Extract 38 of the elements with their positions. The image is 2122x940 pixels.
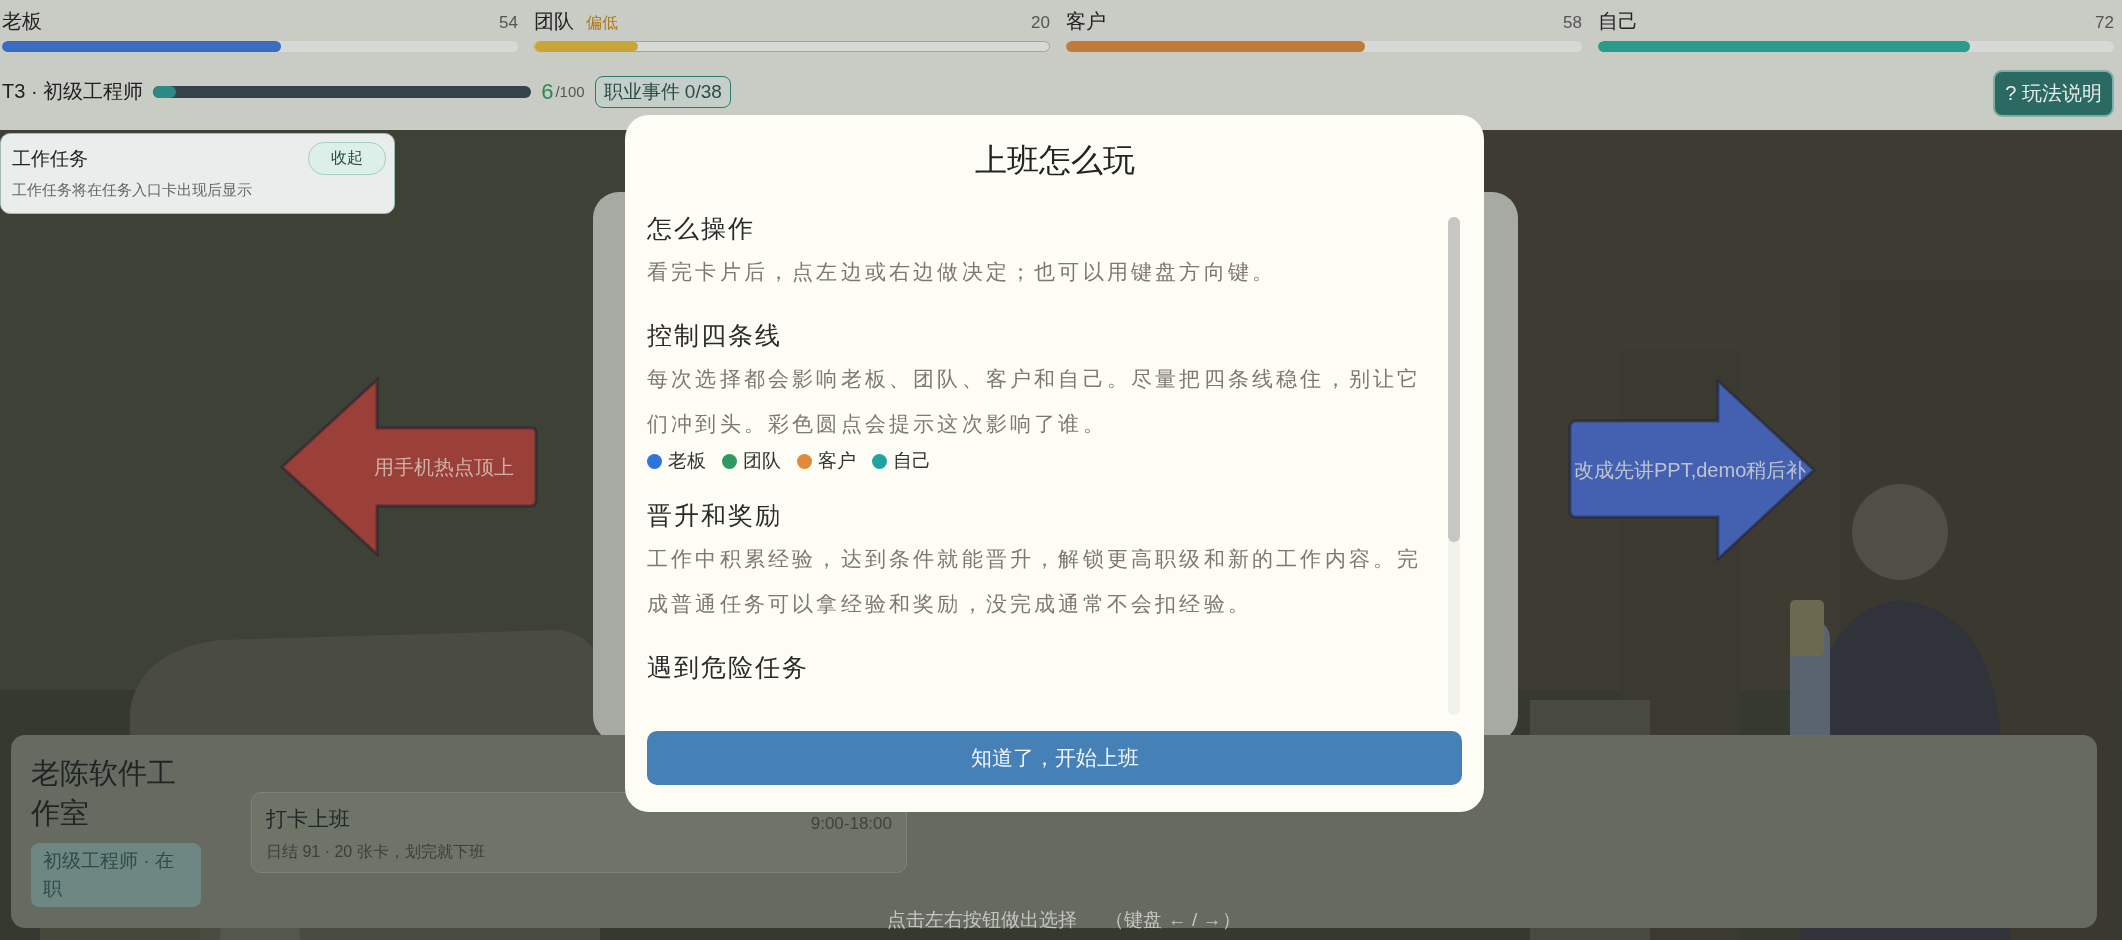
company-name: 老陈软件工作室 [31, 756, 177, 831]
section-heading: 怎么操作 [647, 213, 756, 244]
meter-value: 20 [1031, 13, 1050, 33]
section-text: 工作中积累经验，达到条件就能晋升，解锁更高职级和新的工作内容。完成普通任务可以拿经验和奖励，没完成通常不会扣经验。 [647, 546, 1423, 617]
scrollbar-thumb[interactable] [1448, 217, 1460, 542]
experience-value: 6 [541, 78, 554, 105]
experience-total: /100 [555, 83, 585, 100]
meter-label: 老板 [2, 9, 42, 34]
shift-title: 打卡上班 [266, 806, 350, 832]
task-panel-title: 工作任务 [12, 146, 88, 171]
rank-label: T3 · 初级工程师 [2, 79, 144, 104]
keyboard-hint: （键盘 ← / →） [1105, 908, 1241, 932]
meter-value: 54 [499, 13, 518, 33]
meter-value: 58 [1563, 13, 1582, 33]
section-heading: 晋升和奖励 [647, 500, 783, 531]
right-choice-arrow[interactable]: 改成先讲PPT,demo稍后补 [1568, 379, 1816, 561]
start-button[interactable]: 知道了，开始上班 [647, 731, 1462, 785]
task-panel-message: 工作任务将在任务入口卡出现后显示 [12, 181, 253, 200]
meter-label: 自己 [1598, 9, 1638, 34]
choice-hint: 点击左右按钮做出选择 [887, 908, 1078, 932]
left-choice-arrow[interactable]: 用手机热点顶上 [280, 376, 538, 558]
section-text: 看完卡片后，点左边或右边做决定；也可以用键盘方向键。 [647, 259, 1278, 285]
legend-label: 客户 [818, 449, 856, 473]
career-events-tag: 职业事件 0/38 [594, 75, 731, 108]
section-text: 每次选择都会影响老板、团队、客户和自己。尽量把四条线稳住，别让它们冲到头。彩色圆点会提示这次影响了谁。 [647, 366, 1423, 437]
help-button[interactable]: ? 玩法说明 [1993, 70, 2114, 117]
section-heading: 遇到危险任务 [647, 652, 810, 683]
meter-warning: 偏低 [586, 13, 618, 33]
collapse-button[interactable]: 收起 [308, 142, 386, 175]
legend-label: 老板 [668, 449, 706, 473]
dialog-title: 上班怎么玩 [973, 141, 1136, 180]
meter-label: 客户 [1066, 9, 1106, 34]
section-heading: 控制四条线 [647, 320, 783, 351]
meter-label: 团队 [534, 9, 574, 34]
legend-label: 自己 [893, 449, 931, 473]
legend-label: 团队 [743, 449, 781, 473]
role-tag: 初级工程师 · 在职 [31, 843, 201, 907]
meter-value: 72 [2095, 13, 2114, 33]
